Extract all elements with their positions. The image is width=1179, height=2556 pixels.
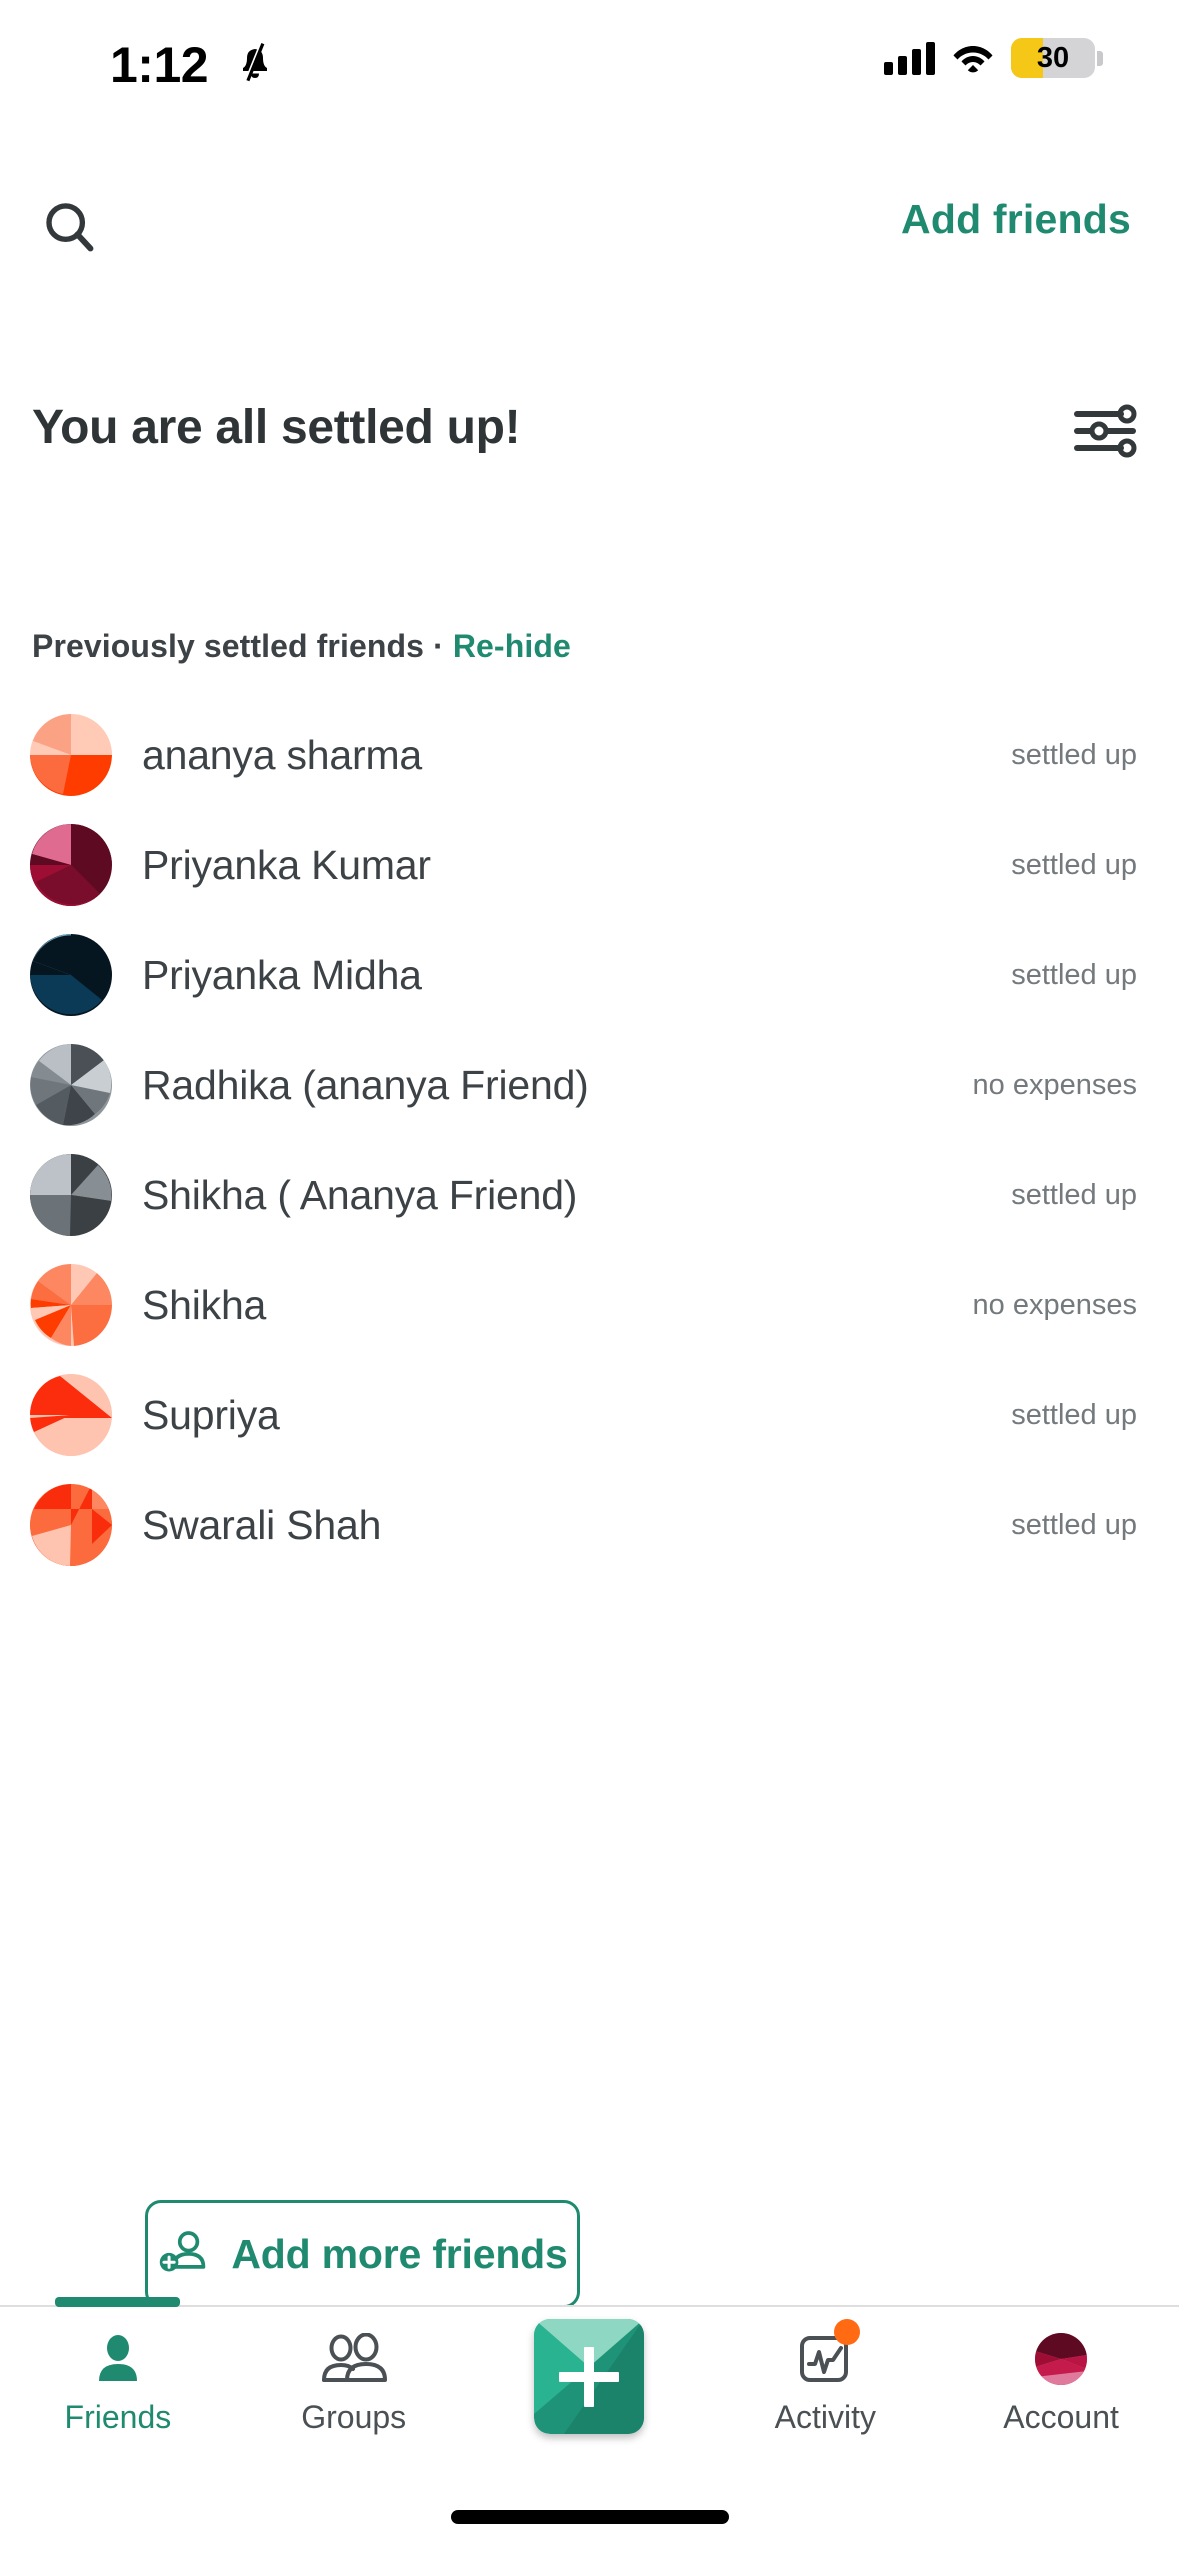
add-expense-fab-icon[interactable] [534, 2319, 645, 2434]
friend-avatar [30, 1044, 112, 1126]
section-header-label: Previously settled friends [32, 628, 425, 664]
friend-status: settled up [1011, 958, 1137, 991]
tab-activity[interactable]: Activity [707, 2307, 943, 2485]
tab-account[interactable]: Account [943, 2307, 1179, 2485]
friends-list: ananya sharma settled up Priyanka Kumar set… [0, 700, 1179, 1580]
friend-avatar [30, 1264, 112, 1346]
friend-name: Shikha [142, 1281, 267, 1328]
friend-status: settled up [1011, 1178, 1137, 1211]
bell-muted-icon [233, 40, 277, 84]
battery-indicator: 30 [1011, 38, 1103, 78]
friend-name: Swarali Shah [142, 1501, 382, 1548]
friend-name: ananya sharma [142, 731, 423, 778]
activity-badge [834, 2319, 861, 2345]
active-tab-indicator [55, 2297, 180, 2307]
friend-row[interactable]: Shikha ( Ananya Friend) settled up [0, 1140, 1179, 1250]
friend-row[interactable]: ananya sharma settled up [0, 700, 1179, 810]
friend-status: no expenses [972, 1068, 1137, 1101]
friend-avatar [30, 1374, 112, 1456]
home-indicator [450, 2510, 729, 2524]
add-more-friends-label: Add more friends [231, 2230, 568, 2277]
friend-status: settled up [1011, 1508, 1137, 1541]
section-separator: · [424, 628, 453, 664]
friend-row[interactable]: Swarali Shah settled up [0, 1470, 1179, 1580]
status-indicators: 30 [884, 38, 1103, 78]
friend-avatar [30, 934, 112, 1016]
friend-avatar [30, 1154, 112, 1236]
friend-name: Radhika (ananya Friend) [142, 1061, 589, 1108]
friend-row[interactable]: Priyanka Midha settled up [0, 920, 1179, 1030]
re-hide-button[interactable]: Re-hide [453, 628, 571, 664]
add-more-friends-button[interactable]: Add more friends [145, 2200, 580, 2308]
friend-name: Priyanka Kumar [142, 841, 431, 888]
bottom-tab-bar: Friends Groups Activity Account [0, 2305, 1179, 2485]
friend-status: no expenses [972, 1288, 1137, 1321]
friend-status: settled up [1011, 1398, 1137, 1431]
search-icon[interactable] [30, 188, 110, 268]
friend-status: settled up [1011, 848, 1137, 881]
friend-avatar [30, 824, 112, 906]
cellular-signal-icon [884, 41, 935, 75]
battery-tip [1097, 50, 1103, 66]
tab-friends[interactable]: Friends [0, 2307, 236, 2485]
tab-activity-label: Activity [774, 2399, 876, 2435]
person-icon [94, 2329, 142, 2389]
person-add-icon [157, 2229, 209, 2280]
friend-name: Shikha ( Ananya Friend) [142, 1171, 578, 1218]
friend-name: Priyanka Midha [142, 951, 422, 998]
friend-name: Supriya [142, 1391, 280, 1438]
tab-groups-label: Groups [301, 2399, 407, 2435]
status-bar: 1:12 30 [0, 0, 1179, 120]
activity-chart-icon [798, 2319, 861, 2389]
tab-friends-label: Friends [64, 2399, 172, 2435]
tab-account-label: Account [1003, 2399, 1119, 2435]
friend-status: settled up [1011, 738, 1137, 771]
friend-avatar [30, 714, 112, 796]
account-avatar-icon [1035, 2329, 1088, 2389]
settled-up-header: You are all settled up! [0, 400, 1179, 490]
filter-sliders-icon[interactable] [1073, 402, 1137, 460]
battery-percent: 30 [1036, 42, 1070, 74]
app-screen: 1:12 30 Add friends You are all settled … [0, 0, 1179, 2556]
add-friends-button[interactable]: Add friends [901, 196, 1131, 243]
status-time: 1:12 [110, 37, 209, 93]
section-header: Previously settled friends · Re-hide [32, 628, 571, 665]
tab-groups[interactable]: Groups [236, 2307, 472, 2485]
page-title: You are all settled up! [32, 401, 521, 454]
battery-body: 30 [1011, 38, 1095, 78]
people-icon [321, 2329, 387, 2389]
tab-add-expense[interactable] [472, 2307, 708, 2485]
friend-row[interactable]: Shikha no expenses [0, 1250, 1179, 1360]
friend-row[interactable]: Supriya settled up [0, 1360, 1179, 1470]
nav-bar: Add friends [0, 180, 1179, 290]
friend-avatar [30, 1484, 112, 1566]
wifi-icon [952, 42, 994, 74]
friend-row[interactable]: Radhika (ananya Friend) no expenses [0, 1030, 1179, 1140]
friend-row[interactable]: Priyanka Kumar settled up [0, 810, 1179, 920]
